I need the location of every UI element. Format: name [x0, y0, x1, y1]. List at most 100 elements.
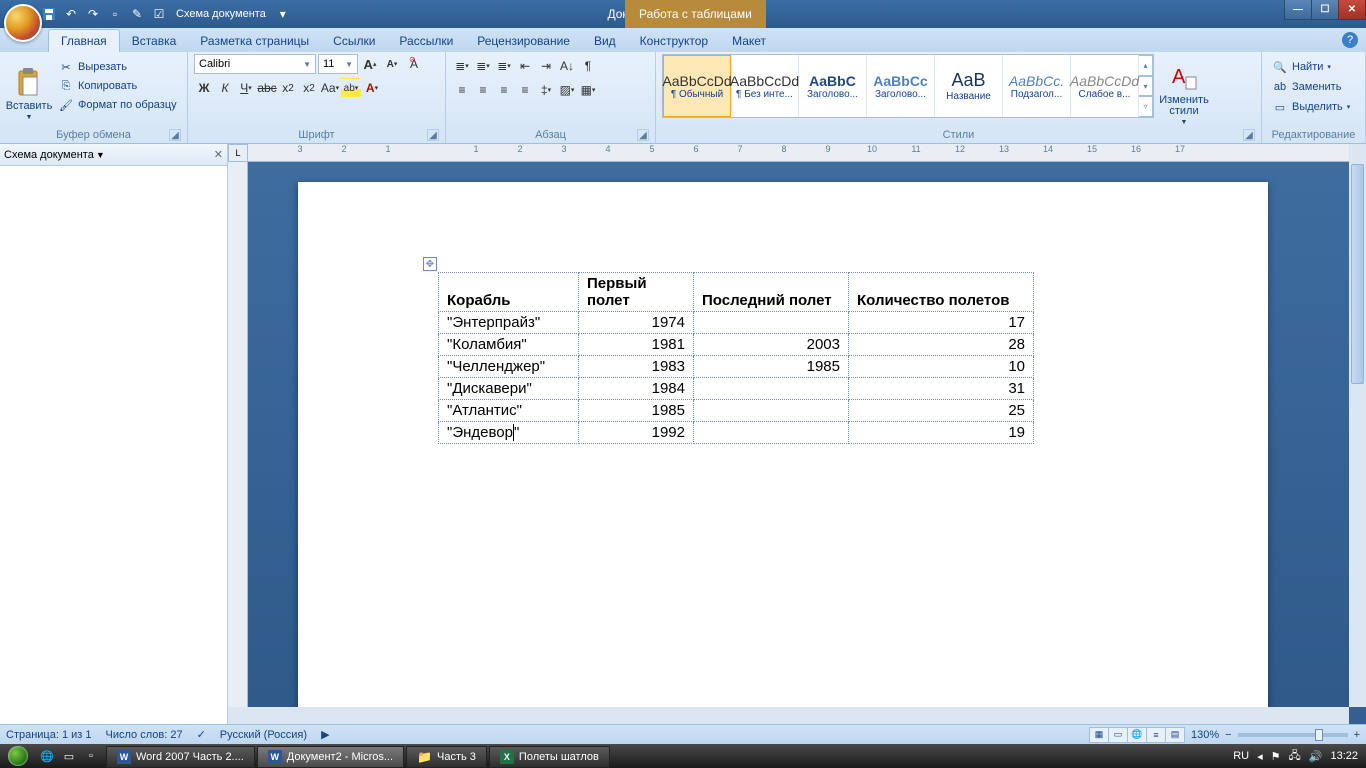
status-language[interactable]: Русский (Россия): [220, 729, 307, 741]
styles-launcher[interactable]: ◢: [1243, 129, 1255, 141]
subscript-button[interactable]: x2: [278, 78, 298, 98]
borders-button[interactable]: ▦▾: [578, 80, 598, 100]
strike-button[interactable]: abc: [257, 78, 277, 98]
bold-button[interactable]: Ж: [194, 78, 214, 98]
qat-new-icon[interactable]: ▫: [106, 5, 124, 23]
tab-review[interactable]: Рецензирование: [465, 30, 582, 52]
tray-lang[interactable]: RU: [1233, 750, 1249, 762]
align-center-button[interactable]: ≡: [473, 80, 493, 100]
window-maximize-button[interactable]: ☐: [1311, 0, 1339, 20]
shrink-font-button[interactable]: A▾: [382, 54, 402, 74]
grow-font-button[interactable]: A▴: [360, 54, 380, 74]
qat-edit-icon[interactable]: ✎: [128, 5, 146, 23]
status-macro-icon[interactable]: ▶: [321, 728, 329, 741]
table-header[interactable]: Количество полетов: [849, 273, 1034, 312]
qat-save-icon[interactable]: [40, 5, 58, 23]
start-button[interactable]: [0, 744, 36, 768]
align-left-button[interactable]: ≡: [452, 80, 472, 100]
underline-button[interactable]: Ч▾: [236, 78, 256, 98]
tab-home[interactable]: Главная: [48, 29, 120, 52]
font-color-button[interactable]: A▾: [362, 78, 382, 98]
change-styles-button[interactable]: A Изменить стили▼: [1156, 54, 1212, 128]
view-draft[interactable]: ▤: [1165, 727, 1185, 743]
qat-docmap-label[interactable]: Схема документа: [172, 8, 270, 20]
horizontal-ruler[interactable]: 3211234567891011121314151617: [248, 144, 1349, 162]
zoom-out-button[interactable]: −: [1225, 729, 1231, 741]
page[interactable]: ✥ КорабльПервый полетПоследний полетКоли…: [298, 182, 1268, 724]
tab-insert[interactable]: Вставка: [120, 30, 189, 52]
qat-redo-icon[interactable]: ↷: [84, 5, 102, 23]
status-proofing-icon[interactable]: ✓: [197, 728, 206, 741]
quicklaunch-ie-icon[interactable]: 🌐: [36, 745, 58, 767]
highlight-button[interactable]: ab▾: [341, 78, 361, 98]
table-row[interactable]: "Челленджер"1983198510: [439, 356, 1034, 378]
taskbar-item[interactable]: XПолеты шатлов: [489, 746, 610, 768]
select-button[interactable]: ▭Выделить ▾: [1268, 98, 1359, 116]
help-icon[interactable]: ?: [1342, 32, 1358, 48]
find-button[interactable]: 🔍Найти ▾: [1268, 58, 1359, 76]
view-print-layout[interactable]: ▦: [1089, 727, 1109, 743]
taskbar-item[interactable]: WWord 2007 Часть 2....: [106, 746, 255, 768]
quicklaunch-desktop-icon[interactable]: ▭: [58, 745, 80, 767]
paste-button[interactable]: Вставить ▼: [6, 54, 52, 128]
superscript-button[interactable]: x2: [299, 78, 319, 98]
ruler-toggle[interactable]: L: [228, 144, 248, 162]
document-table[interactable]: КорабльПервый полетПоследний полетКоличе…: [438, 272, 1034, 444]
align-justify-button[interactable]: ≡: [515, 80, 535, 100]
style-heading1[interactable]: AaBbCЗаголово...: [799, 55, 867, 117]
table-header[interactable]: Корабль: [439, 273, 579, 312]
indent-inc-button[interactable]: ⇥: [536, 56, 556, 76]
shading-button[interactable]: ▨▾: [557, 80, 577, 100]
docmap-dropdown-icon[interactable]: ▼: [96, 150, 105, 160]
window-minimize-button[interactable]: —: [1284, 0, 1312, 20]
status-page[interactable]: Страница: 1 из 1: [6, 729, 92, 741]
indent-dec-button[interactable]: ⇤: [515, 56, 535, 76]
table-row[interactable]: "Энтерпрайз"197417: [439, 312, 1034, 334]
format-painter-button[interactable]: 🖌Формат по образцу: [54, 96, 181, 114]
docmap-close-icon[interactable]: ✕: [214, 148, 223, 161]
tab-mailings[interactable]: Рассылки: [387, 30, 465, 52]
view-outline[interactable]: ≡: [1146, 727, 1166, 743]
status-words[interactable]: Число слов: 27: [106, 729, 183, 741]
italic-button[interactable]: К: [215, 78, 235, 98]
taskbar-item[interactable]: WДокумент2 - Micros...: [257, 746, 404, 768]
tab-references[interactable]: Ссылки: [321, 30, 387, 52]
horizontal-scrollbar[interactable]: [228, 707, 1349, 724]
vertical-ruler[interactable]: [228, 162, 248, 707]
table-row[interactable]: "Атлантис"198525: [439, 400, 1034, 422]
tab-layout[interactable]: Макет: [720, 30, 778, 52]
table-move-handle[interactable]: ✥: [423, 257, 437, 271]
zoom-level[interactable]: 130%: [1191, 729, 1219, 741]
copy-button[interactable]: ⎘Копировать: [54, 77, 181, 95]
quicklaunch-switch-icon[interactable]: ▫: [80, 745, 102, 767]
style-nospacing[interactable]: AaBbCcDd¶ Без инте...: [731, 55, 799, 117]
qat-more-icon[interactable]: ▾: [274, 5, 292, 23]
style-subtle[interactable]: AaBbCcDdСлабое в...: [1071, 55, 1139, 117]
tray-caret-icon[interactable]: ◂: [1257, 750, 1263, 763]
qat-check-icon[interactable]: ☑: [150, 5, 168, 23]
zoom-knob[interactable]: [1315, 729, 1323, 741]
tray-flag-icon[interactable]: ⚑: [1271, 750, 1281, 763]
styles-gallery[interactable]: AaBbCcDd¶ Обычный AaBbCcDd¶ Без инте... …: [662, 54, 1154, 118]
table-header[interactable]: Последний полет: [694, 273, 849, 312]
docmap-title[interactable]: Схема документа: [4, 149, 94, 161]
multilevel-button[interactable]: ≣▾: [494, 56, 514, 76]
scroll-thumb[interactable]: [1351, 164, 1364, 384]
sort-button[interactable]: A↓: [557, 56, 577, 76]
zoom-slider[interactable]: [1238, 733, 1348, 737]
clipboard-launcher[interactable]: ◢: [169, 129, 181, 141]
view-web[interactable]: 🌐: [1127, 727, 1147, 743]
cut-button[interactable]: ✂Вырезать: [54, 58, 181, 76]
gallery-scroll[interactable]: ▴▾▿: [1139, 55, 1153, 117]
show-marks-button[interactable]: ¶: [578, 56, 598, 76]
style-heading2[interactable]: AaBbCcЗаголово...: [867, 55, 935, 117]
style-normal[interactable]: AaBbCcDd¶ Обычный: [663, 55, 731, 117]
replace-button[interactable]: abЗаменить: [1268, 78, 1359, 96]
change-case-button[interactable]: Aa▾: [320, 78, 340, 98]
clear-formatting-button[interactable]: A⊘: [404, 54, 424, 74]
taskbar-item[interactable]: 📁Часть 3: [406, 746, 487, 768]
paragraph-launcher[interactable]: ◢: [637, 129, 649, 141]
qat-undo-icon[interactable]: ↶: [62, 5, 80, 23]
table-row[interactable]: "Эндевор"199219: [439, 422, 1034, 444]
tab-pagelayout[interactable]: Разметка страницы: [188, 30, 321, 52]
